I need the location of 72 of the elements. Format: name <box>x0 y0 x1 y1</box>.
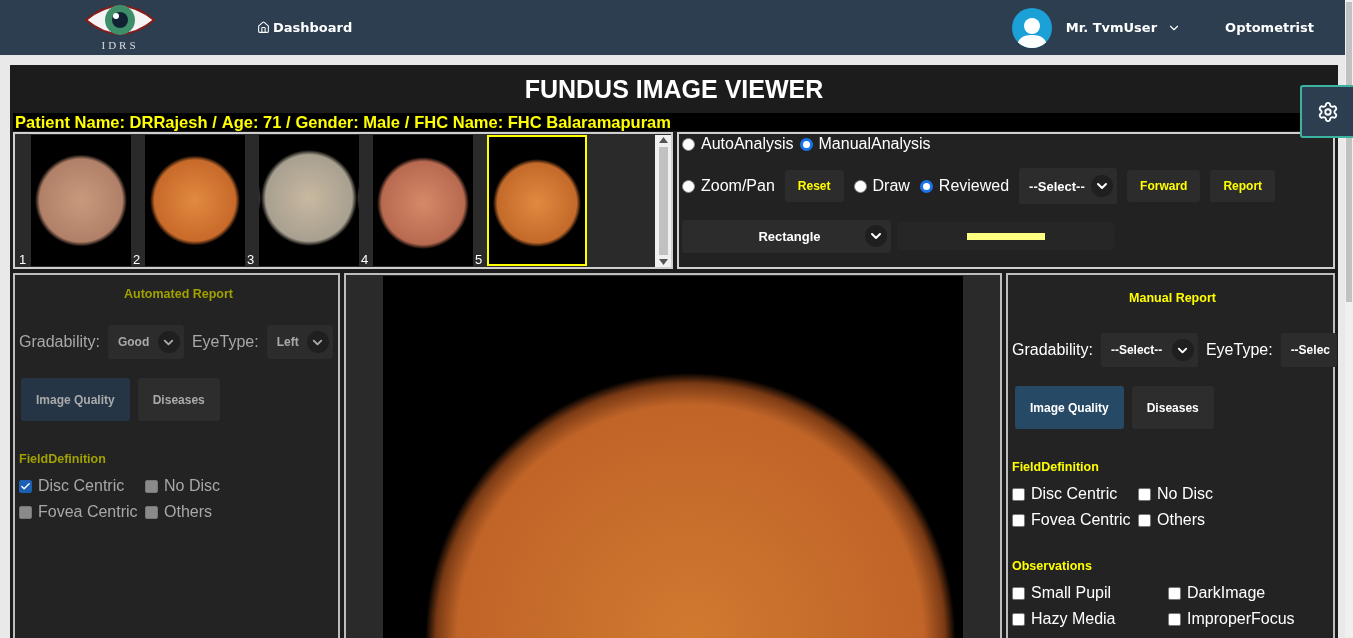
select-dropdown[interactable]: --Selec <box>1280 333 1337 367</box>
page-title: FUNDUS IMAGE VIEWER <box>523 73 825 105</box>
thumbnail-number: 3 <box>247 253 255 266</box>
patient-info: Patient Name: DRRajesh / <box>15 113 217 131</box>
action-button[interactable]: Report <box>1210 170 1276 202</box>
chevron-icon <box>865 225 887 247</box>
chevron-icon <box>1091 175 1114 197</box>
fundus-thumbnail[interactable] <box>259 135 359 266</box>
checkbox-option[interactable]: Fovea Centric <box>1012 511 1138 529</box>
patient-info: FHC Name: FHC Balaramapuram <box>414 113 671 131</box>
radio-option[interactable]: Reviewed <box>919 177 1010 195</box>
checkbox-option[interactable]: Small Pupil <box>1012 584 1168 602</box>
scroll-up-arrow-icon[interactable] <box>658 137 668 143</box>
fundus-thumbnail[interactable] <box>487 135 587 266</box>
checkbox-option[interactable]: Hazy Media <box>1012 610 1168 628</box>
checkbox[interactable] <box>1012 612 1025 626</box>
field-label: EyeType: <box>1205 341 1273 359</box>
checkbox[interactable] <box>1168 612 1181 626</box>
scrollbar[interactable] <box>1345 0 1353 638</box>
checkbox[interactable] <box>1012 487 1025 501</box>
report-tab[interactable]: Image Quality <box>1015 386 1124 429</box>
nav-link[interactable]: Dashboard <box>257 20 353 35</box>
checkbox-option[interactable]: Others <box>1138 511 1288 529</box>
chevron-icon <box>306 331 329 353</box>
fundus-thumbnail[interactable] <box>31 135 131 266</box>
radio-option[interactable]: Draw <box>853 177 910 195</box>
checkbox-option[interactable]: Disc Centric <box>1012 485 1138 503</box>
scrollbar[interactable] <box>655 135 671 267</box>
checkbox[interactable] <box>1012 586 1025 600</box>
settings-icon <box>1316 100 1339 123</box>
chevron-icon <box>1171 339 1194 361</box>
thumbnail-number: 5 <box>475 253 483 266</box>
home-icon <box>257 21 270 34</box>
user-menu[interactable]: Mr. TvmUser <box>1065 20 1182 35</box>
shape-select[interactable]: Rectangle <box>682 219 891 253</box>
checkbox-option[interactable]: No Disc <box>1138 485 1288 503</box>
section-heading: FieldDefinition <box>19 452 107 466</box>
select-dropdown[interactable]: --Select-- <box>1100 333 1198 367</box>
chevron-icon <box>157 331 180 353</box>
checkbox[interactable] <box>1012 513 1025 527</box>
field-label: EyeType: <box>191 333 259 351</box>
fundus-thumbnail[interactable] <box>145 135 245 266</box>
scroll-down-arrow-icon[interactable] <box>658 259 668 265</box>
report-title: Automated Report <box>123 287 234 301</box>
checkbox[interactable] <box>1138 487 1151 501</box>
line-color-swatch[interactable] <box>897 222 1114 250</box>
select-dropdown[interactable]: --Select-- <box>1019 168 1118 204</box>
field-label: Gradability: <box>19 333 100 351</box>
logo-text: IDRS <box>101 40 139 51</box>
user-role: Optometrist <box>1225 20 1314 35</box>
avatar-icon[interactable] <box>1011 7 1052 48</box>
thumbnail-number: 1 <box>19 253 27 266</box>
patient-info: Gender: Male / <box>295 113 410 131</box>
checkbox-option[interactable]: ImproperFocus <box>1168 610 1318 628</box>
section-heading: FieldDefinition <box>1012 460 1100 474</box>
checkbox[interactable] <box>1138 513 1151 527</box>
patient-info: Age: 71 / <box>221 113 291 131</box>
settings-button[interactable] <box>1300 85 1353 138</box>
report-title: Manual Report <box>1128 291 1217 305</box>
report-tab[interactable]: Diseases <box>1131 386 1214 429</box>
radio-option[interactable]: AutoAnalysis <box>682 135 794 153</box>
section-heading: Observations <box>1012 559 1093 573</box>
field-label: Gradability: <box>1012 341 1093 359</box>
checkbox-option[interactable]: DarkImage <box>1168 584 1318 602</box>
thumbnail-number: 2 <box>133 253 141 266</box>
checkbox[interactable] <box>1168 586 1181 600</box>
fundus-thumbnail[interactable] <box>373 135 473 266</box>
radio-option[interactable]: ManualAnalysis <box>799 135 931 153</box>
thumbnail-number: 4 <box>361 253 369 266</box>
action-button[interactable]: Forward <box>1127 170 1201 202</box>
action-button[interactable]: Reset <box>784 170 844 202</box>
radio-option[interactable]: Zoom/Pan <box>682 177 775 195</box>
